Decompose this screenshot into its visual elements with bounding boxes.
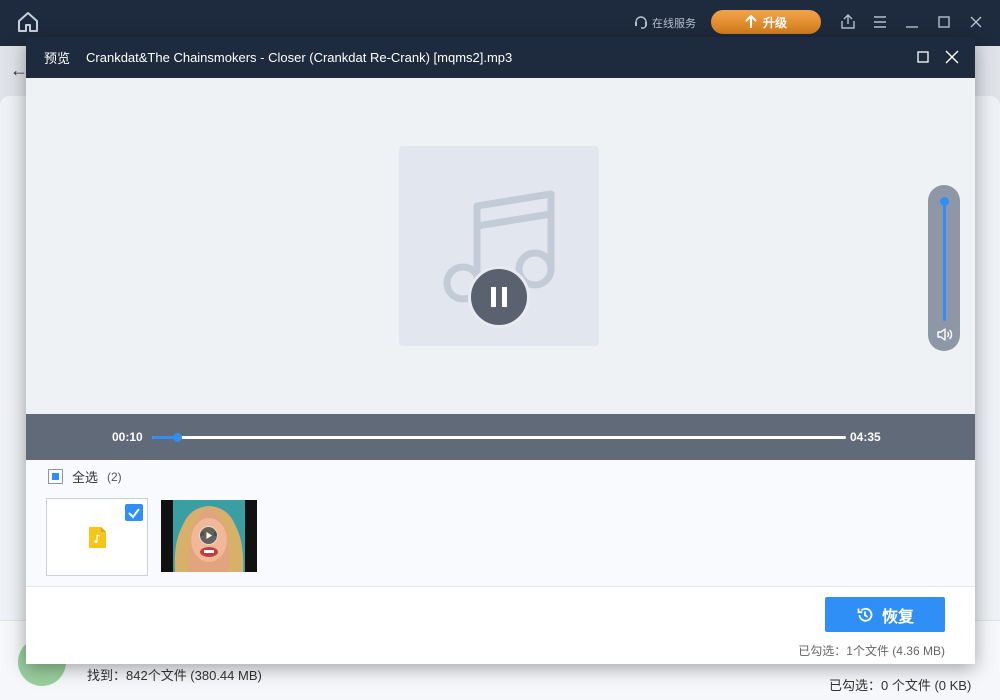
dialog-header: 预览 Crankdat&The Chainsmokers - Closer (C…: [26, 37, 975, 78]
volume-icon[interactable]: [936, 326, 953, 343]
pause-icon: [491, 287, 507, 307]
online-support-link[interactable]: 在线服务: [634, 14, 696, 32]
seek-track[interactable]: [152, 433, 846, 442]
chat-icon: [635, 16, 647, 29]
pause-button[interactable]: [468, 266, 530, 328]
upgrade-label: 升级: [762, 15, 787, 30]
maximize-icon[interactable]: [917, 51, 929, 63]
check-icon: [128, 508, 140, 519]
select-all-label: 全选: [72, 470, 99, 485]
file-panel: 全选 (2): [26, 460, 975, 586]
preview-dialog: 预览 Crankdat&The Chainsmokers - Closer (C…: [26, 37, 975, 664]
file-thumb-audio[interactable]: [46, 498, 148, 576]
partial-check-icon: [52, 473, 59, 480]
menu-icon[interactable]: [870, 12, 890, 32]
history-icon: [857, 607, 873, 622]
restore-button[interactable]: 恢复: [825, 597, 945, 632]
seek-knob[interactable]: [172, 433, 182, 442]
found-files-label: 找到：842个文件 (380.44 MB): [87, 668, 262, 683]
upgrade-button[interactable]: 升级: [711, 10, 821, 34]
playback-seekbar: 00:10 04:35: [26, 414, 975, 460]
play-button[interactable]: [199, 526, 218, 545]
maximize-icon[interactable]: [934, 12, 954, 32]
audio-file-icon: [89, 527, 106, 548]
close-app-icon[interactable]: [966, 12, 986, 32]
file-thumb-image[interactable]: [161, 500, 257, 572]
select-all-row[interactable]: 全选 (2): [48, 467, 122, 486]
play-icon: [206, 532, 212, 539]
preview-area: [26, 78, 975, 414]
home-icon[interactable]: [16, 10, 40, 34]
restore-label: 恢复: [881, 608, 914, 626]
file-checkbox-checked[interactable]: [125, 504, 143, 521]
volume-track[interactable]: [943, 197, 946, 321]
close-icon[interactable]: [945, 50, 959, 64]
selected-files-label: 已勾选：0 个文件 (0 KB): [829, 678, 972, 693]
dialog-selected-status: 已勾选：1个文件 (4.36 MB): [798, 644, 945, 658]
dialog-footer: 恢复 已勾选：1个文件 (4.36 MB): [26, 586, 975, 664]
select-all-count: (2): [107, 469, 122, 484]
select-all-checkbox[interactable]: [48, 469, 63, 484]
minimize-icon[interactable]: [902, 12, 922, 32]
volume-slider[interactable]: [928, 185, 960, 351]
dialog-tag: 预览: [44, 51, 71, 66]
share-icon[interactable]: [838, 12, 858, 32]
volume-knob[interactable]: [940, 196, 949, 206]
online-support-label: 在线服务: [652, 18, 696, 30]
total-time: 04:35: [850, 430, 881, 444]
arrow-up-icon: [745, 15, 757, 28]
current-time: 00:10: [112, 430, 143, 444]
dialog-title: Crankdat&The Chainsmokers - Closer (Cran…: [86, 50, 513, 65]
